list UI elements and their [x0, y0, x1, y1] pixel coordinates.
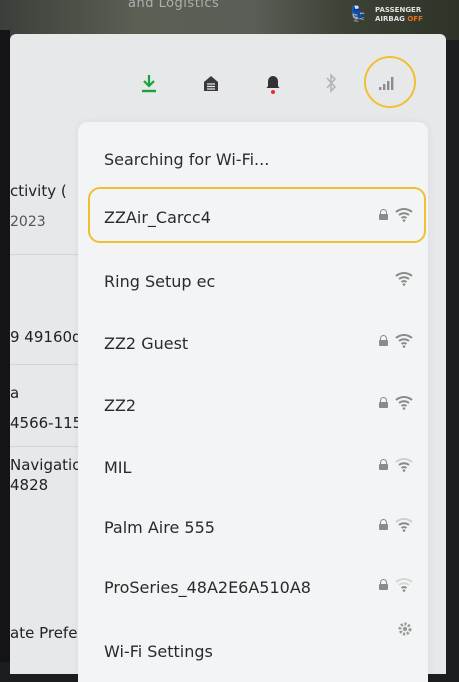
wifi-network-row[interactable]: ProSeries_48A2E6A510A8: [104, 570, 414, 604]
airbag-seat-icon: 💺: [349, 5, 368, 23]
lock-icon: [379, 334, 388, 346]
garage-icon[interactable]: [200, 72, 222, 94]
lock-icon: [379, 518, 388, 530]
cellular-signal-icon[interactable]: [376, 72, 398, 94]
wifi-network-row[interactable]: Palm Aire 555: [104, 510, 414, 544]
divider: [10, 364, 80, 365]
wifi-status-text: Searching for Wi-Fi...: [104, 150, 270, 169]
bg-item-activity-sub: 2023: [10, 214, 46, 230]
passenger-airbag-indicator: 💺 PASSENGER AIRBAG OFF: [349, 3, 449, 29]
wifi-signal-icon: [395, 458, 413, 472]
wifi-network-name: ZZ2: [104, 396, 137, 415]
wifi-network-row[interactable]: ZZ2: [104, 388, 414, 422]
wifi-panel: Searching for Wi-Fi... ZZAir_Carcc4 Ring…: [78, 122, 428, 682]
lock-icon: [379, 458, 388, 470]
wifi-network-name: ProSeries_48A2E6A510A8: [104, 578, 311, 597]
lock-icon: [379, 396, 388, 408]
wifi-network-name: ZZAir_Carcc4: [104, 208, 211, 227]
airbag-line1: PASSENGER: [375, 6, 422, 14]
wifi-signal-icon: [395, 396, 413, 410]
wifi-signal-icon: [395, 518, 413, 532]
wifi-network-row[interactable]: ZZAir_Carcc4: [104, 200, 414, 234]
airbag-line2: AIRBAG OFF: [375, 15, 423, 23]
divider: [10, 446, 80, 447]
wifi-network-row[interactable]: ZZ2 Guest: [104, 326, 414, 360]
lock-icon: [379, 208, 388, 220]
wifi-signal-icon: [395, 334, 413, 348]
wifi-settings-label[interactable]: Wi-Fi Settings: [104, 642, 213, 661]
wifi-signal-icon: [395, 208, 413, 222]
status-bar: [10, 34, 446, 114]
lock-icon: [379, 578, 388, 590]
wifi-network-name: MIL: [104, 458, 132, 477]
wifi-network-name: Palm Aire 555: [104, 518, 215, 537]
divider: [10, 254, 80, 255]
bg-item-a-sub: 4566-115: [10, 414, 83, 432]
car-screen: ctivity ( 2023 9 49160d a 4566-115 Navig…: [10, 34, 446, 682]
bg-item-navigation-sub: 4828: [10, 476, 49, 494]
bg-item-a: a: [10, 384, 20, 402]
wifi-network-name: Ring Setup ec: [104, 272, 216, 291]
bluetooth-icon[interactable]: [320, 72, 342, 94]
wifi-network-row[interactable]: Ring Setup ec: [104, 264, 414, 298]
bg-item-id: 9 49160d: [10, 328, 82, 346]
bell-icon[interactable]: [262, 72, 284, 94]
wifi-signal-icon: [395, 272, 413, 286]
left-bezel: [0, 30, 10, 662]
wifi-signal-icon: [395, 578, 413, 592]
map-label: and Logistics: [128, 0, 220, 11]
bg-item-activity: ctivity (: [10, 182, 67, 200]
wifi-network-row[interactable]: MIL: [104, 450, 414, 484]
gear-icon[interactable]: [396, 620, 414, 638]
wifi-network-name: ZZ2 Guest: [104, 334, 189, 353]
download-icon[interactable]: [138, 72, 160, 94]
